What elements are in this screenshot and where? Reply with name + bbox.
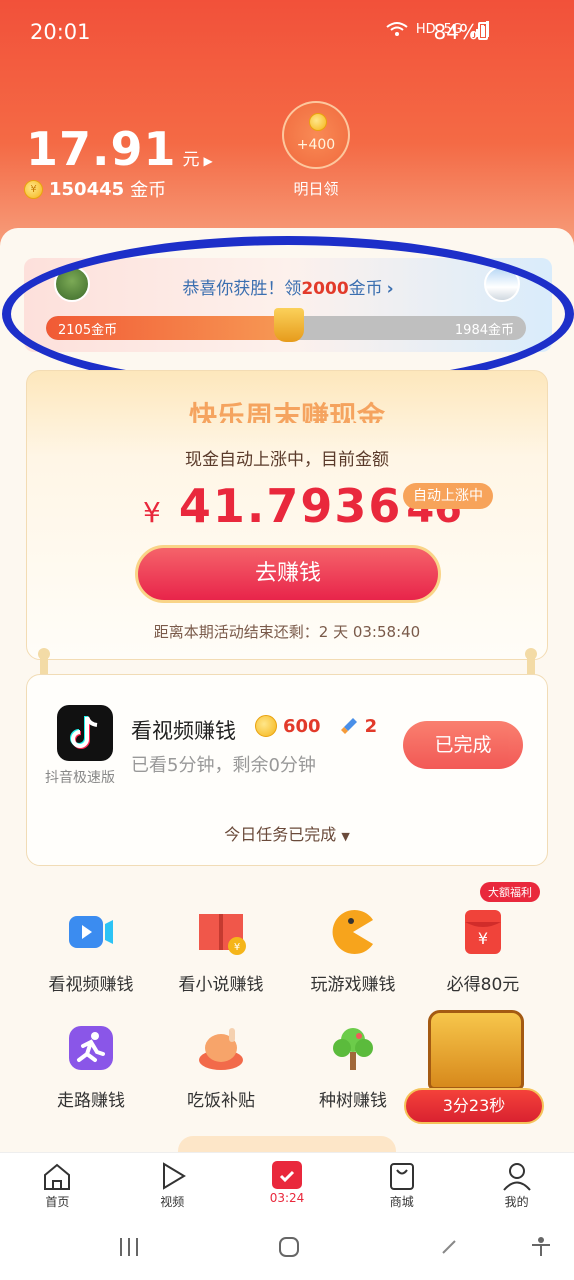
pk-title[interactable]: 恭喜你获胜！领2000金币 › [24, 274, 552, 299]
pk-title-suffix: 金币 [348, 279, 383, 299]
red-envelope-icon: ¥ [457, 906, 509, 958]
grid-item-meal[interactable]: 吃饭补贴 [156, 1022, 286, 1111]
grid-item-novel[interactable]: ¥ 看小说赚钱 [156, 906, 286, 995]
treasure-chest-icon [428, 1010, 524, 1090]
pk-title-amount: 2000 [301, 279, 349, 299]
grid-item-game[interactable]: 玩游戏赚钱 [288, 906, 418, 995]
pen-icon[interactable] [440, 1236, 460, 1256]
status-time: 20:01 [30, 20, 91, 44]
nav-checkin[interactable]: 03:24 [230, 1153, 345, 1214]
activity-countdown: 距离本期活动结束还剩：2 天 03:58:40 [153, 623, 421, 641]
pk-title-prefix: 恭喜你获胜！领 [182, 279, 302, 299]
profile-icon [502, 1163, 531, 1191]
treasure-timer: 3分23秒 [404, 1088, 544, 1124]
app-name: 抖音极速版 [45, 770, 115, 786]
grid-label: 种树赚钱 [319, 1091, 387, 1111]
tomorrow-bonus[interactable]: +400 [282, 101, 350, 169]
tiktok-icon [57, 705, 113, 761]
grid-item-walk[interactable]: 走路赚钱 [26, 1022, 156, 1111]
nav-label: 我的 [504, 1195, 529, 1209]
grid-label: 看小说赚钱 [178, 975, 264, 995]
promo-badge: 大额福利 [480, 882, 540, 902]
nav-label: 首页 [45, 1195, 70, 1209]
grid-label: 看视频赚钱 [48, 975, 134, 995]
book-icon: ¥ [195, 906, 247, 958]
accessibility-icon[interactable] [530, 1236, 552, 1258]
balance-amount: 17.91 [26, 122, 177, 176]
coin-icon: ¥ [24, 179, 43, 199]
nav-profile[interactable]: 我的 [459, 1153, 574, 1214]
video-icon [65, 906, 117, 958]
svg-text:¥: ¥ [478, 929, 488, 948]
battery-percent: 84% [433, 20, 478, 44]
nav-home[interactable]: 首页 [0, 1153, 115, 1214]
pk-right-score: 1984金币 [454, 323, 514, 338]
grid-item-video[interactable]: 看视频赚钱 [26, 906, 156, 995]
reward-coins: 600 [283, 715, 321, 737]
auto-rising-badge: 自动上涨中 [403, 483, 493, 509]
task-footer-label: 今日任务已完成 [224, 825, 337, 844]
trophy-icon [274, 308, 304, 342]
task-description: 已看5分钟，剩余0分钟 [131, 755, 316, 776]
chicken-icon [195, 1022, 247, 1074]
cash-card: 快乐周末赚现金 现金自动上涨中，目前金额 ¥ 41.7936 46 自动上涨中 … [26, 370, 548, 660]
nav-label: 商城 [389, 1195, 414, 1209]
svg-text:¥: ¥ [234, 942, 240, 953]
balance[interactable]: 17.91 元 ▶ [26, 122, 213, 176]
chevron-right-icon: › [386, 279, 394, 299]
bonus-label: 明日领 [293, 180, 339, 198]
tree-icon [327, 1022, 379, 1074]
home-button-icon[interactable] [278, 1236, 300, 1258]
wifi-icon [386, 22, 408, 36]
grid-label: 走路赚钱 [57, 1091, 125, 1111]
bonus-amount: +400 [296, 137, 336, 153]
nav-mall[interactable]: 商城 [344, 1153, 459, 1214]
task-footer[interactable]: 今日任务已完成 ▼ [27, 821, 547, 845]
status-bar: 20:01 HD 5G 84% [0, 0, 574, 64]
coin-count: 150445 [49, 178, 125, 200]
rocket-icon [340, 718, 357, 734]
bottom-nav: 首页 视频 03:24 商城 我的 [0, 1152, 574, 1214]
treasure-chest[interactable]: 3分23秒 [404, 1004, 544, 1126]
cash-amount-value: 41.7936 [178, 479, 403, 533]
cash-heading: 快乐周末赚现金 [188, 400, 385, 423]
completed-button[interactable]: 已完成 [403, 721, 523, 769]
nav-label: 03:24 [269, 1191, 305, 1205]
pk-left-score: 2105金币 [58, 323, 118, 338]
reward-boost: 2 [364, 715, 378, 737]
grid-label: 吃饭补贴 [187, 1091, 255, 1111]
grid-label: 玩游戏赚钱 [310, 975, 396, 995]
home-icon [44, 1163, 71, 1190]
currency-symbol: ¥ [143, 496, 161, 529]
nav-label: 视频 [160, 1195, 185, 1209]
pacman-icon [327, 906, 379, 958]
task-title: 看视频赚钱 [131, 719, 236, 743]
task-card: 抖音极速版 看视频赚钱 600 2 已看5分钟，剩余0分钟 已完成 今日任务已完… [26, 674, 548, 866]
task-reward: 600 2 [255, 715, 377, 737]
caret-down-icon: ▼ [341, 830, 350, 843]
earn-button[interactable]: 去赚钱 [135, 545, 441, 603]
coin-unit: 金币 [130, 180, 167, 201]
shopping-bag-icon [389, 1163, 414, 1190]
grid-item-tree[interactable]: 种树赚钱 [288, 1022, 418, 1111]
nav-video[interactable]: 视频 [115, 1153, 230, 1214]
running-icon [65, 1022, 117, 1074]
triangle-right-icon: ▶ [203, 154, 213, 168]
coin-icon [309, 113, 327, 131]
calendar-check-icon [271, 1161, 302, 1189]
grid-item-red-envelope[interactable]: ¥ 必得80元 [418, 906, 548, 995]
balance-unit: 元 [182, 150, 200, 170]
play-icon [163, 1162, 187, 1190]
recent-apps-icon[interactable] [118, 1236, 140, 1258]
system-nav-bar [0, 1214, 574, 1280]
grid-label: 必得80元 [446, 975, 520, 995]
battery-icon [478, 22, 488, 40]
coin-balance: ¥ 150445 金币 [24, 176, 166, 202]
cash-subtitle: 现金自动上涨中，目前金额 [185, 450, 389, 470]
pk-banner[interactable]: 恭喜你获胜！领2000金币 › 2105金币 1984金币 [24, 258, 552, 352]
coin-icon [255, 715, 277, 737]
